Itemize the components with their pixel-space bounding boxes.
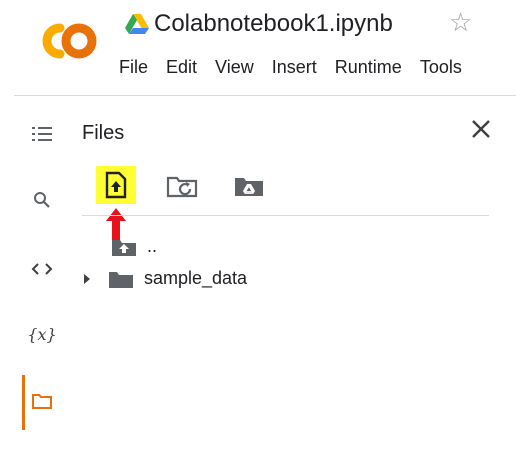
expand-caret-icon[interactable]: [80, 272, 94, 286]
active-tab-indicator: [22, 375, 25, 430]
menu-bar: File Edit View Insert Runtime Tools: [119, 57, 480, 79]
upload-file-icon[interactable]: [102, 170, 130, 200]
colab-logo[interactable]: [30, 14, 102, 68]
menu-insert[interactable]: Insert: [272, 57, 317, 79]
folder-icon[interactable]: [28, 387, 56, 415]
list-item[interactable]: sample_data: [80, 268, 247, 289]
table-of-contents-icon[interactable]: [28, 120, 56, 148]
header-divider: [14, 95, 516, 96]
parent-folder-icon: [112, 239, 136, 256]
code-snippets-icon[interactable]: [28, 255, 56, 283]
file-label: ..: [147, 236, 158, 256]
menu-file[interactable]: File: [119, 57, 148, 79]
folder-icon: [109, 271, 133, 288]
notebook-title[interactable]: Colabnotebook1.ipynb: [154, 10, 393, 38]
files-panel-title: Files: [82, 122, 125, 144]
panel-divider: [82, 215, 489, 216]
search-icon[interactable]: [28, 186, 56, 214]
variables-icon[interactable]: {x}: [27, 320, 56, 348]
refresh-folder-icon[interactable]: [165, 172, 199, 202]
menu-runtime[interactable]: Runtime: [335, 57, 402, 79]
menu-tools[interactable]: Tools: [420, 57, 462, 79]
menu-edit[interactable]: Edit: [166, 57, 197, 79]
menu-view[interactable]: View: [215, 57, 254, 79]
mount-drive-icon[interactable]: [232, 172, 266, 202]
close-icon[interactable]: [466, 114, 496, 144]
star-icon[interactable]: ☆: [449, 8, 472, 38]
file-label: sample_data: [144, 268, 248, 288]
google-drive-icon[interactable]: [125, 13, 149, 35]
list-item[interactable]: ..: [111, 236, 157, 257]
